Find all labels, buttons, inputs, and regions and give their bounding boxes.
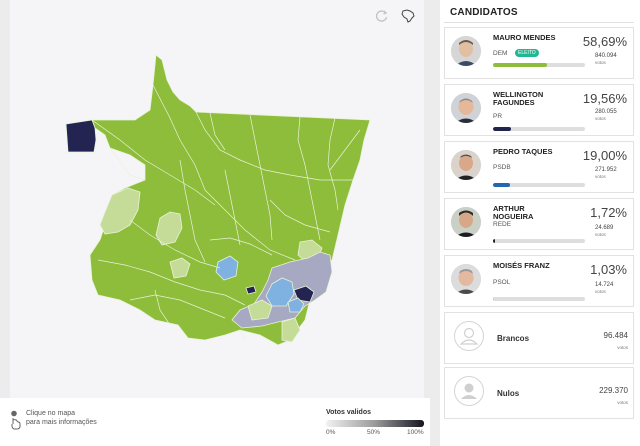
- candidate-percentage: 1,72%: [590, 205, 627, 220]
- candidate-votes-label: votos: [595, 232, 606, 237]
- person-placeholder-icon: [454, 376, 484, 406]
- map-panel: [10, 0, 424, 398]
- candidate-photo: [451, 36, 481, 66]
- candidate-name: WELLINGTON FAGUNDES: [493, 90, 544, 107]
- elected-badge: ELEITO: [515, 49, 539, 57]
- candidate-card[interactable]: PEDRO TAQUES PSDB 19,00% 271.952 votos: [444, 141, 634, 193]
- vote-bar: [493, 127, 585, 131]
- nulos-unit: votos: [617, 400, 628, 405]
- reset-icon: [375, 10, 388, 22]
- candidate-party: PSDB: [493, 164, 511, 171]
- candidate-photo: [451, 264, 481, 294]
- candidate-percentage: 1,03%: [590, 262, 627, 277]
- valid-votes-scale: [326, 420, 424, 427]
- panel-title: CANDIDATOS: [450, 7, 518, 18]
- candidate-votes-label: votos: [595, 60, 606, 65]
- vote-bar-fill: [493, 63, 547, 67]
- valid-votes-title: Votos validos: [326, 409, 371, 416]
- vote-bar-fill: [493, 239, 495, 243]
- candidate-name: MAURO MENDES: [493, 33, 556, 42]
- candidate-card[interactable]: WELLINGTON FAGUNDES PR 19,56% 280.055 vo…: [444, 84, 634, 136]
- candidate-percentage: 19,56%: [582, 91, 627, 106]
- candidate-photo: [451, 150, 481, 180]
- nulos-label: Nulos: [497, 389, 520, 398]
- scale-min-label: 0%: [326, 429, 336, 436]
- candidate-photo: [451, 93, 481, 123]
- candidate-party: PSOL: [493, 279, 511, 286]
- candidate-name: MOISÉS FRANZ: [493, 261, 550, 270]
- candidate-votes: 14.724: [595, 282, 614, 288]
- vote-bar-fill: [493, 127, 511, 131]
- vote-bar: [493, 63, 585, 67]
- candidate-votes-label: votos: [595, 116, 606, 121]
- vote-bar: [493, 183, 585, 187]
- scale-max-label: 100%: [407, 429, 424, 436]
- brancos-unit: votos: [617, 345, 628, 350]
- map-hint-line2: para mais informações: [26, 419, 97, 426]
- candidate-votes-label: votos: [595, 289, 606, 294]
- scale-mid-label: 50%: [367, 429, 381, 436]
- candidate-name: ARTHUR NOGUEIRA: [493, 204, 534, 221]
- candidate-votes-label: votos: [595, 174, 606, 179]
- candidate-party: PR: [493, 113, 503, 120]
- vote-bar-fill: [493, 183, 511, 187]
- map-hint: Clique no mapa para mais informações: [26, 409, 136, 427]
- map-region-northwest-dark[interactable]: [65, 119, 97, 153]
- candidate-card[interactable]: MOISÉS FRANZ PSOL 1,03% 14.724 votos: [444, 255, 634, 307]
- title-divider: [444, 22, 634, 23]
- brancos-label: Brancos: [497, 334, 530, 343]
- candidate-name: PEDRO TAQUES: [493, 147, 553, 156]
- person-placeholder-icon: [454, 321, 484, 351]
- candidate-card[interactable]: ARTHUR NOGUEIRA REDE 1,72% 24.689 votos: [444, 198, 634, 250]
- map-hint-line1: Clique no mapa: [26, 410, 76, 417]
- brancos-value: 96.484: [603, 331, 628, 340]
- candidate-photo: [451, 207, 481, 237]
- vote-bar: [493, 297, 585, 301]
- state-map[interactable]: [10, 0, 424, 398]
- candidate-votes: 271.952: [595, 167, 617, 173]
- candidate-party: REDE: [493, 221, 512, 228]
- candidate-votes: 840.094: [595, 53, 617, 59]
- brazil-map-button[interactable]: [398, 6, 418, 26]
- candidate-votes: 280.055: [595, 109, 617, 115]
- vote-bar-fill: [493, 297, 495, 301]
- reset-view-button[interactable]: [372, 6, 392, 26]
- vote-bar: [493, 239, 585, 243]
- candidate-percentage: 58,69%: [582, 34, 627, 49]
- brazil-map-icon: [401, 9, 415, 23]
- brancos-card[interactable]: Brancos 96.484 votos: [444, 312, 634, 364]
- candidate-percentage: 19,00%: [582, 148, 627, 163]
- nulos-value: 229.370: [599, 386, 628, 395]
- candidates-panel: CANDIDATOS MAURO MENDES DEM ELEITO 58,69…: [440, 0, 640, 446]
- hand-click-icon: [11, 410, 21, 430]
- nulos-card[interactable]: Nulos 229.370 votos: [444, 367, 634, 419]
- candidate-party: DEM: [493, 50, 508, 57]
- candidate-votes: 24.689: [595, 225, 614, 231]
- candidate-card[interactable]: MAURO MENDES DEM ELEITO 58,69% 840.094 v…: [444, 27, 634, 79]
